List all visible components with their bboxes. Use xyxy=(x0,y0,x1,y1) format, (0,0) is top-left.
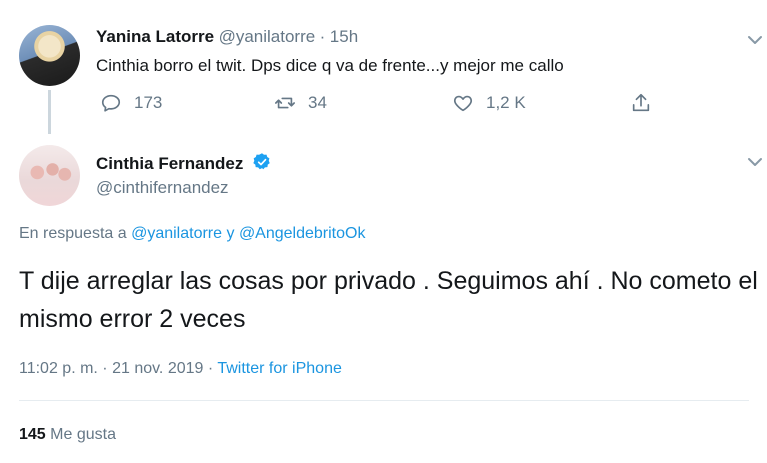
tweet-meta: 11:02 p. m. · 21 nov. 2019 · Twitter for… xyxy=(19,360,342,378)
avatar-yanina[interactable] xyxy=(19,25,80,86)
main-tweet-text: T dije arreglar las cosas por privado . … xyxy=(19,267,758,333)
reply-tweet-text: Cinthia borro el twit. Dps dice q va de … xyxy=(96,56,564,75)
thread-connector-line xyxy=(48,90,51,134)
replying-to-user-2[interactable]: @AngeldebritoOk xyxy=(239,225,366,242)
likes-summary[interactable]: 145 Me gusta xyxy=(19,426,116,444)
divider xyxy=(19,400,749,401)
likes-count: 145 xyxy=(19,426,46,443)
meta-separator: · xyxy=(207,360,214,377)
verified-badge-icon xyxy=(253,153,270,170)
main-tweet-author[interactable]: Cinthia Fernandez xyxy=(96,152,272,174)
like-button[interactable]: 1,2 K xyxy=(452,92,526,114)
likes-label: Me gusta xyxy=(50,426,116,443)
chevron-down-icon[interactable] xyxy=(745,30,765,50)
like-icon xyxy=(453,95,473,112)
main-tweet-author-handle[interactable]: @cinthifernandez xyxy=(96,178,229,198)
like-count: 1,2 K xyxy=(486,93,526,112)
retweet-icon xyxy=(275,97,295,109)
replying-to: En respuesta a @yanilatorre y @Angeldebr… xyxy=(19,225,365,243)
reply-tweet-time[interactable]: 15h xyxy=(330,27,358,46)
retweet-button[interactable]: 34 xyxy=(274,92,327,114)
retweet-count: 34 xyxy=(308,93,327,112)
reply-count: 173 xyxy=(134,93,163,112)
chevron-down-icon[interactable] xyxy=(745,152,765,172)
header-separator: · xyxy=(319,27,326,46)
avatar-cinthia[interactable] xyxy=(19,145,80,206)
main-tweet-author-name[interactable]: Cinthia Fernandez xyxy=(96,154,243,173)
replying-to-prefix: En respuesta a xyxy=(19,225,127,242)
replying-to-conjunction: y xyxy=(226,225,235,242)
tweet-timestamp[interactable]: 11:02 p. m. · 21 nov. 2019 xyxy=(19,360,203,377)
replying-to-user-1[interactable]: @yanilatorre xyxy=(131,225,222,242)
share-button[interactable] xyxy=(630,92,652,114)
share-icon xyxy=(632,93,650,112)
reply-tweet-author-handle[interactable]: @yanilatorre xyxy=(219,27,316,46)
reply-tweet-author-name[interactable]: Yanina Latorre xyxy=(96,27,214,46)
tweet-source[interactable]: Twitter for iPhone xyxy=(217,360,342,377)
reply-tweet-header: Yanina Latorre @yanilatorre · 15h xyxy=(96,27,358,47)
reply-button[interactable]: 173 xyxy=(100,92,162,114)
reply-icon xyxy=(101,94,121,112)
